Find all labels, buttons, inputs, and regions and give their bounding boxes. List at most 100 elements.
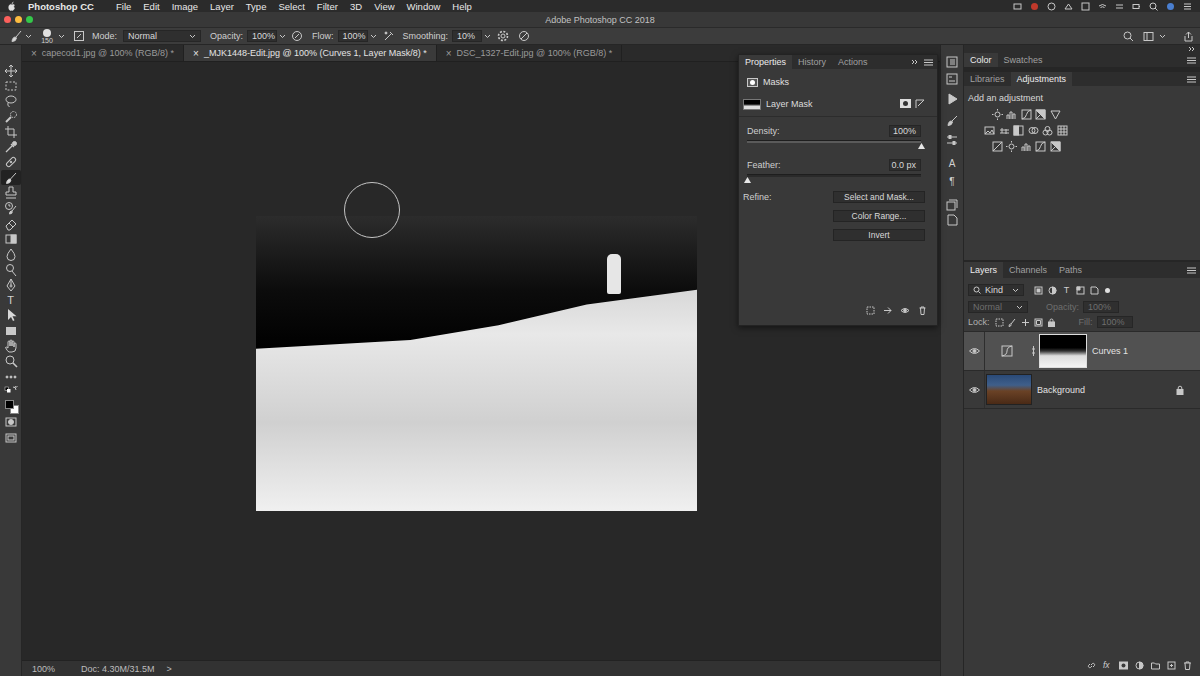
density-slider[interactable] (747, 140, 921, 143)
delete-icon[interactable] (918, 306, 927, 315)
panel-tab[interactable]: Swatches (998, 53, 1049, 67)
tab-close-button[interactable]: × (446, 48, 452, 59)
document-tab[interactable]: ×_MJK1448-Edit.jpg @ 100% (Curves 1, Lay… (184, 45, 437, 61)
panel-tab[interactable]: Channels (1003, 262, 1053, 278)
status-icon[interactable] (1149, 2, 1158, 11)
density-field[interactable]: 100% (889, 125, 921, 137)
dropdown-arrow-icon[interactable] (189, 34, 196, 39)
tool-button[interactable] (1, 338, 21, 353)
status-icon[interactable] (1047, 2, 1056, 11)
menu-item[interactable]: Filter (317, 1, 338, 12)
pressure-size-icon[interactable] (518, 30, 530, 42)
tool-button[interactable] (1, 185, 21, 200)
tool-button[interactable] (1, 430, 21, 445)
new-adjustment-icon[interactable] (1135, 661, 1144, 670)
search-icon[interactable] (1123, 31, 1134, 42)
dock-button[interactable] (944, 198, 960, 212)
dropdown-arrow-icon[interactable] (1159, 34, 1166, 39)
dropdown-arrow-icon[interactable] (25, 34, 32, 39)
eye-icon[interactable] (969, 347, 980, 355)
smoothing-field[interactable]: 10% (452, 30, 482, 42)
adjustment-icon[interactable] (1021, 141, 1032, 152)
tool-button[interactable] (1, 354, 21, 369)
adjustment-icon[interactable] (1021, 109, 1032, 120)
tool-button[interactable] (1, 155, 21, 170)
brush-panel-icon[interactable] (73, 30, 85, 42)
brush-preset[interactable]: 150 (38, 29, 56, 44)
brush-tool-icon[interactable] (10, 30, 22, 42)
tab-close-button[interactable]: × (31, 48, 37, 59)
refine-button[interactable]: Select and Mask... (833, 191, 925, 203)
menu-item[interactable]: Window (407, 1, 441, 12)
menu-item[interactable]: File (116, 1, 131, 12)
tool-button[interactable] (1, 109, 21, 124)
close-button[interactable] (4, 16, 11, 23)
visibility-icon[interactable] (900, 306, 910, 315)
adjustment-icon[interactable] (1057, 125, 1068, 136)
apple-icon[interactable] (7, 1, 16, 12)
tool-button[interactable] (1, 124, 21, 139)
panel-tab[interactable]: Libraries (964, 72, 1011, 86)
lock-icon[interactable] (1176, 385, 1184, 395)
status-icon[interactable] (1098, 2, 1107, 11)
shape-filter-icon[interactable] (1076, 286, 1085, 295)
link-icon[interactable] (1031, 346, 1036, 356)
panel-tab[interactable]: Actions (832, 55, 874, 69)
panel-tab[interactable]: History (792, 55, 832, 69)
dropdown-arrow-icon[interactable] (279, 34, 286, 39)
document-tab[interactable]: ×DSC_1327-Edit.jpg @ 100% (RGB/8) * (437, 45, 623, 61)
collapse-panels-icon[interactable] (1188, 46, 1195, 52)
tool-button[interactable] (1, 308, 21, 323)
status-icon[interactable] (1183, 2, 1192, 11)
layer-thumbnail[interactable] (986, 374, 1032, 405)
tab-close-button[interactable]: × (193, 48, 199, 59)
slider-handle-icon[interactable] (744, 177, 751, 183)
pixel-filter-icon[interactable] (1034, 286, 1043, 295)
tool-button[interactable] (1, 139, 21, 154)
tool-button[interactable] (1, 415, 21, 430)
mask-select-icon[interactable] (900, 99, 911, 108)
dock-button[interactable] (944, 133, 960, 147)
mask-thumbnail[interactable] (1039, 334, 1087, 368)
dock-button[interactable] (944, 92, 960, 106)
status-icon[interactable] (1166, 2, 1175, 11)
eye-icon[interactable] (969, 386, 980, 394)
adjustment-icon[interactable] (992, 141, 1003, 152)
tool-button[interactable] (1, 231, 21, 246)
menu-item[interactable]: Edit (143, 1, 159, 12)
new-layer-icon[interactable] (1167, 661, 1176, 670)
tool-button[interactable] (1, 247, 21, 262)
dropdown-arrow-icon[interactable] (1012, 288, 1019, 293)
panel-menu-icon[interactable] (1187, 76, 1196, 83)
refine-button[interactable]: Color Range... (833, 210, 925, 222)
tool-button[interactable] (1, 216, 21, 231)
dock-button[interactable]: A (944, 156, 960, 170)
tool-button[interactable] (1, 400, 21, 415)
lock-option-icon[interactable] (1034, 318, 1043, 327)
pixel-mask-icon[interactable] (747, 78, 758, 87)
adjustment-icon[interactable] (999, 125, 1010, 136)
menu-item[interactable]: 3D (350, 1, 362, 12)
status-icon[interactable] (1064, 2, 1073, 11)
adjustment-icon[interactable] (1028, 125, 1039, 136)
lock-option-icon[interactable] (1047, 318, 1056, 327)
lock-icon[interactable] (1176, 346, 1184, 356)
feather-field[interactable]: 0.0 px (889, 159, 921, 171)
status-menu-button[interactable]: > (167, 664, 172, 674)
blend-mode-dropdown[interactable]: Normal (968, 301, 1028, 313)
new-group-icon[interactable] (1151, 661, 1160, 670)
add-mask-icon[interactable] (1119, 661, 1128, 670)
adjustment-icon[interactable] (1006, 141, 1017, 152)
adjustment-icon[interactable] (1006, 109, 1017, 120)
layer-row[interactable]: Curves 1 (964, 332, 1200, 371)
canvas-image[interactable] (256, 216, 697, 511)
panel-tab[interactable]: Properties (739, 55, 792, 69)
lock-option-icon[interactable] (1008, 318, 1017, 327)
foreground-color[interactable] (5, 400, 14, 409)
adjustment-icon[interactable] (1050, 109, 1061, 120)
dock-button[interactable] (944, 55, 960, 69)
panel-tab[interactable]: Paths (1053, 262, 1088, 278)
dropdown-arrow-icon[interactable] (58, 34, 65, 39)
lock-option-icon[interactable] (995, 318, 1004, 327)
dock-button[interactable]: ¶ (944, 174, 960, 188)
